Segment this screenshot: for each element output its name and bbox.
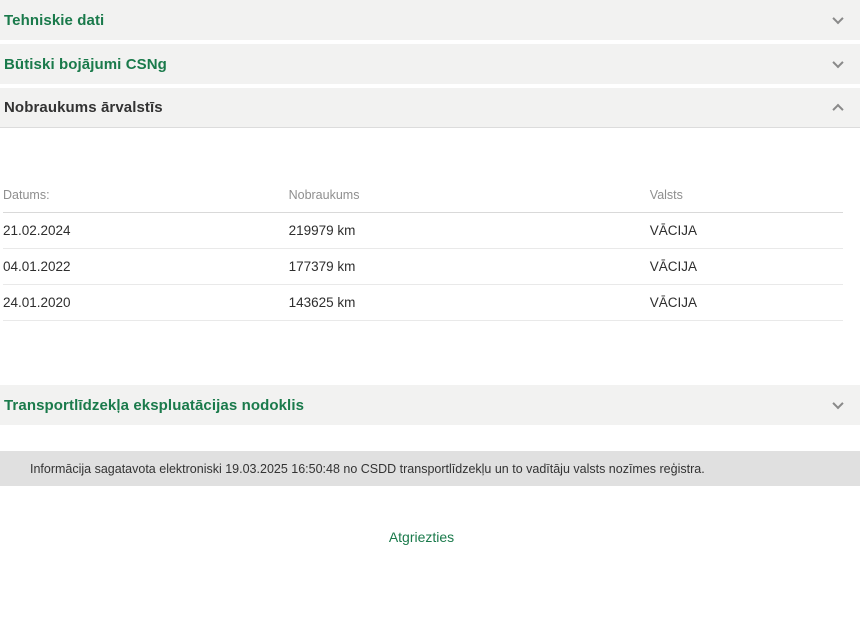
cell-mileage: 143625 km <box>289 285 650 321</box>
cell-mileage: 177379 km <box>289 249 650 285</box>
report-generated-text: Informācija sagatavota elektroniski 19.0… <box>30 462 705 476</box>
section-title: Tehniskie dati <box>4 12 104 29</box>
column-header-date: Datums: <box>3 188 289 213</box>
back-link-row: Atgriezties <box>0 529 843 547</box>
table-row: 21.02.2024 219979 km VĀCIJA <box>3 213 843 249</box>
chevron-down-icon <box>832 398 843 409</box>
cell-date: 21.02.2024 <box>3 213 289 249</box>
section-title: Transportlīdzekļa ekspluatācijas nodokli… <box>4 397 304 414</box>
back-button[interactable]: Atgriezties <box>389 529 454 545</box>
accordion-section-ekspluatacijas-nodoklis[interactable]: Transportlīdzekļa ekspluatācijas nodokli… <box>0 385 860 425</box>
cell-date: 04.01.2022 <box>3 249 289 285</box>
section-title: Būtiski bojājumi CSNg <box>4 56 167 73</box>
accordion-section-tehniskie-dati[interactable]: Tehniskie dati <box>0 0 860 40</box>
cell-country: VĀCIJA <box>650 213 843 249</box>
mileage-abroad-panel: Datums: Nobraukums Valsts 21.02.2024 219… <box>0 128 860 385</box>
report-generated-info-bar: Informācija sagatavota elektroniski 19.0… <box>0 451 860 486</box>
section-title: Nobraukums ārvalstīs <box>4 99 163 116</box>
chevron-down-icon <box>832 13 843 24</box>
table-row: 24.01.2020 143625 km VĀCIJA <box>3 285 843 321</box>
accordion-section-butiski-bojajumi[interactable]: Būtiski bojājumi CSNg <box>0 44 860 84</box>
cell-mileage: 219979 km <box>289 213 650 249</box>
chevron-up-icon <box>832 103 843 114</box>
chevron-down-icon <box>832 57 843 68</box>
table-header-row: Datums: Nobraukums Valsts <box>3 188 843 213</box>
cell-date: 24.01.2020 <box>3 285 289 321</box>
column-header-country: Valsts <box>650 188 843 213</box>
column-header-mileage: Nobraukums <box>289 188 650 213</box>
vehicle-report-page: Tehniskie dati Būtiski bojājumi CSNg Nob… <box>0 0 860 633</box>
table-row: 04.01.2022 177379 km VĀCIJA <box>3 249 843 285</box>
cell-country: VĀCIJA <box>650 249 843 285</box>
cell-country: VĀCIJA <box>650 285 843 321</box>
accordion-section-nobraukums-arvalstis[interactable]: Nobraukums ārvalstīs <box>0 88 860 128</box>
mileage-table: Datums: Nobraukums Valsts 21.02.2024 219… <box>3 188 843 321</box>
